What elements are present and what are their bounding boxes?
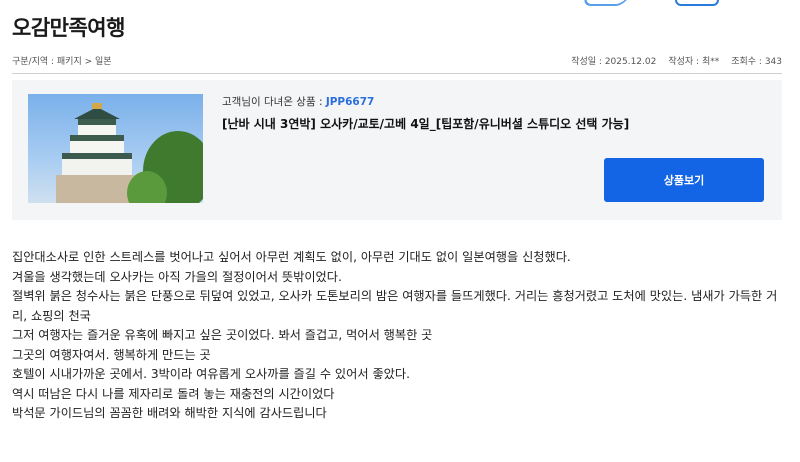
- decoration-shape-left: [580, 0, 634, 6]
- post-date: 작성일 : 2025.12.02: [571, 57, 657, 67]
- review-line: 그곳의 여행자여서. 행복하게 만드는 곳: [12, 347, 211, 362]
- castle-level: [62, 153, 132, 175]
- review-line: 박석문 가이드님의 꼼꼼한 배려와 해박한 지식에 감사드립니다: [12, 406, 327, 420]
- review-line: 절벽위 붉은 청수사는 붉은 단풍으로 뒤덮여 있었고, 오사카 도톤보리의 밤…: [12, 289, 778, 323]
- castle-level: [78, 119, 116, 135]
- breadcrumb: 구분/지역 : 패키지 > 일본: [12, 57, 112, 67]
- review-line: 겨울을 생각했는데 오사카는 아직 가을의 절정이어서 뜻밖이었다.: [12, 269, 342, 284]
- visited-product-caption: 고객님이 다녀온 상품 :: [222, 96, 326, 108]
- post-views: 조회수 : 343: [731, 57, 782, 67]
- castle-base: [56, 175, 136, 203]
- product-card: 고객님이 다녀온 상품 : JPP6677 [난바 시내 3연박] 오사카/교토…: [12, 80, 782, 220]
- header-decoration: [575, 0, 775, 8]
- review-line: 호텔이 시내가까운 곳에서. 3박이라 여유롭게 오사까를 즐길 수 있어서 좋…: [12, 367, 410, 381]
- castle-ornament: [92, 103, 102, 109]
- review-body: 집안대소사로 인한 스트레스를 벗어나고 싶어서 아무런 계획도 없이, 아무런…: [12, 248, 782, 424]
- view-product-button[interactable]: 상품보기: [604, 158, 764, 202]
- product-name[interactable]: [난바 시내 3연박] 오사카/교토/고베 4일_[팁포함/유니버셜 스튜디오 …: [222, 115, 629, 132]
- castle-level: [70, 135, 124, 153]
- review-line: 집안대소사로 인한 스트레스를 벗어나고 싶어서 아무런 계획도 없이, 아무런…: [12, 250, 571, 264]
- decoration-shape-right: [675, 0, 719, 6]
- product-code[interactable]: JPP6677: [326, 96, 375, 108]
- review-line: 역시 떠남은 다시 나를 제자리로 돌려 놓는 재충전의 시간이었다: [12, 386, 335, 401]
- review-line: 그저 여행자는 즐거운 유혹에 빠지고 싶은 곳이었다. 봐서 즐겁고, 먹어서…: [12, 328, 433, 342]
- meta-row: 구분/지역 : 패키지 > 일본 작성일 : 2025.12.02 작성자 : …: [12, 52, 782, 68]
- post-meta: 작성일 : 2025.12.02 작성자 : 최** 조회수 : 343: [571, 54, 782, 67]
- post-author: 작성자 : 최**: [668, 57, 720, 67]
- product-image[interactable]: [28, 94, 203, 203]
- visited-product-label: 고객님이 다녀온 상품 : JPP6677: [222, 94, 374, 109]
- header-divider: [12, 73, 782, 74]
- page-title: 오감만족여행: [12, 16, 125, 40]
